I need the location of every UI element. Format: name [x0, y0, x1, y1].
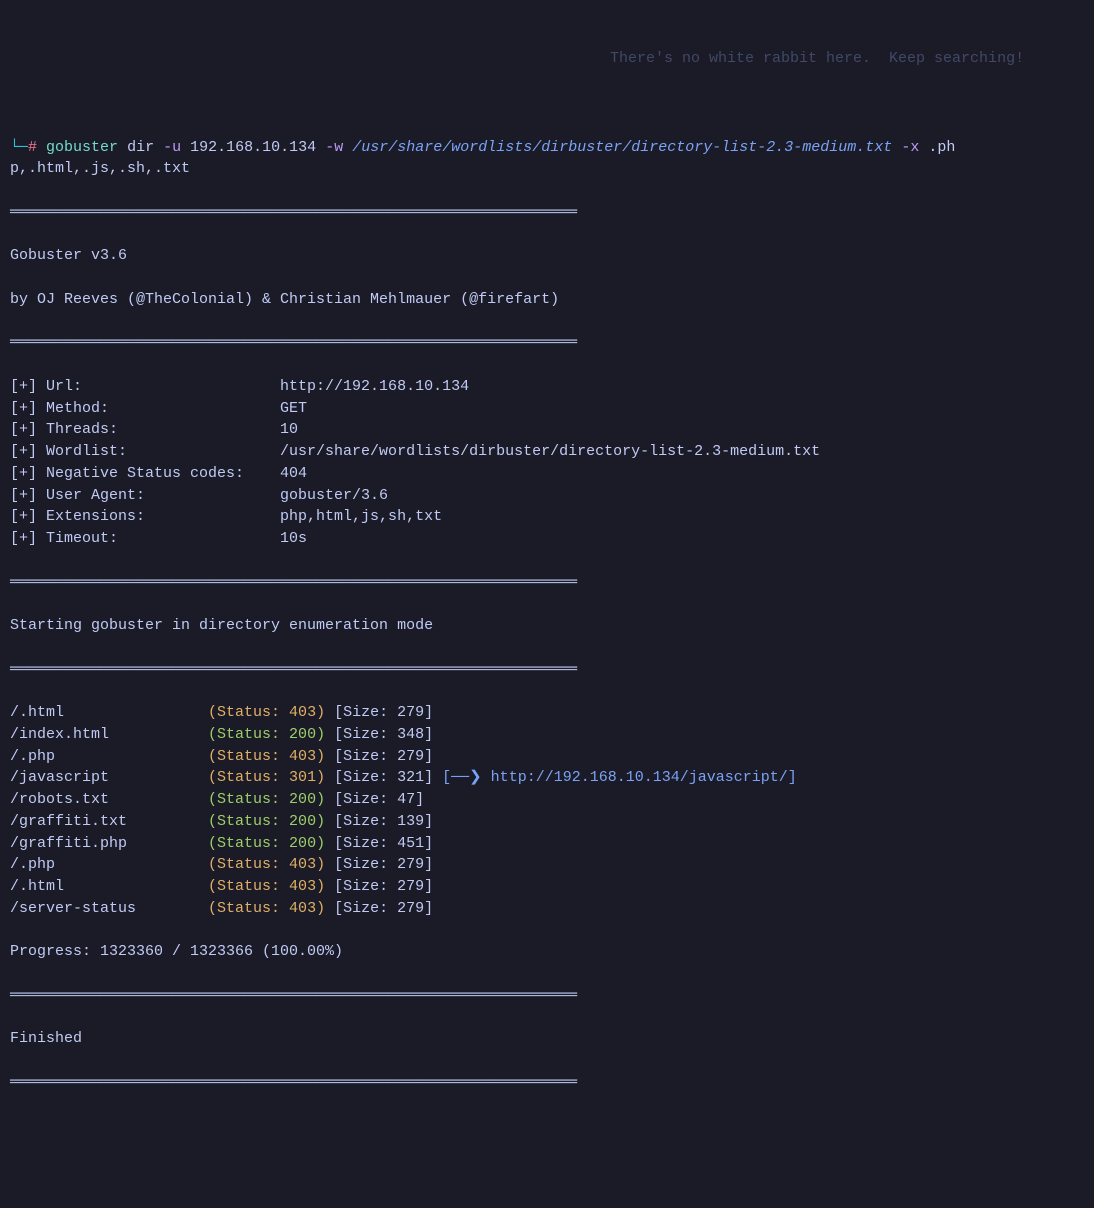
divider: ════════════════════════════════════════…	[10, 332, 1084, 354]
result-line: /.html (Status: 403) [Size: 279]	[10, 876, 1084, 898]
result-status: (Status: 403)	[208, 748, 325, 765]
results-block: /.html (Status: 403) [Size: 279]/index.h…	[10, 702, 1084, 920]
result-size: [Size: 279]	[325, 704, 433, 721]
result-line: /server-status (Status: 403) [Size: 279]	[10, 898, 1084, 920]
command-binary: gobuster	[46, 139, 118, 156]
result-path: /.html	[10, 878, 208, 895]
result-size: [Size: 47]	[325, 791, 424, 808]
result-status: (Status: 200)	[208, 726, 325, 743]
result-line: /graffiti.php (Status: 200) [Size: 451]	[10, 833, 1084, 855]
result-path: /robots.txt	[10, 791, 208, 808]
result-path: /javascript	[10, 769, 208, 786]
config-line: [+] Method: GET	[10, 398, 1084, 420]
version-line: Gobuster v3.6	[10, 245, 1084, 267]
result-line: /.php (Status: 403) [Size: 279]	[10, 746, 1084, 768]
result-status: (Status: 200)	[208, 813, 325, 830]
result-line: /.php (Status: 403) [Size: 279]	[10, 854, 1084, 876]
result-size: [Size: 279]	[325, 878, 433, 895]
config-block: [+] Url: http://192.168.10.134[+] Method…	[10, 376, 1084, 550]
flag-x: -x	[901, 139, 919, 156]
divider: ════════════════════════════════════════…	[10, 1072, 1084, 1094]
command-line-wrap: p,.html,.js,.sh,.txt	[10, 158, 1084, 180]
result-status: (Status: 403)	[208, 704, 325, 721]
result-path: /graffiti.txt	[10, 813, 208, 830]
result-line: /javascript (Status: 301) [Size: 321] [─…	[10, 767, 1084, 789]
result-path: /.php	[10, 748, 208, 765]
config-line: [+] Wordlist: /usr/share/wordlists/dirbu…	[10, 441, 1084, 463]
result-status: (Status: 403)	[208, 878, 325, 895]
finished-line: Finished	[10, 1028, 1084, 1050]
wordlist-path: /usr/share/wordlists/dirbuster/directory…	[352, 139, 892, 156]
divider: ════════════════════════════════════════…	[10, 659, 1084, 681]
command-subcommand: dir	[127, 139, 154, 156]
config-line: [+] Timeout: 10s	[10, 528, 1084, 550]
prompt-marker: └─	[10, 139, 28, 156]
result-size: [Size: 279]	[325, 856, 433, 873]
result-status: (Status: 200)	[208, 791, 325, 808]
result-path: /.html	[10, 704, 208, 721]
divider: ════════════════════════════════════════…	[10, 572, 1084, 594]
flag-w: -w	[325, 139, 343, 156]
command-line[interactable]: └─# gobuster dir -u 192.168.10.134 -w /u…	[10, 137, 1084, 159]
config-line: [+] User Agent: gobuster/3.6	[10, 485, 1084, 507]
result-path: /index.html	[10, 726, 208, 743]
config-line: [+] Extensions: php,html,js,sh,txt	[10, 506, 1084, 528]
result-line: /index.html (Status: 200) [Size: 348]	[10, 724, 1084, 746]
divider: ════════════════════════════════════════…	[10, 985, 1084, 1007]
divider: ════════════════════════════════════════…	[10, 202, 1084, 224]
result-path: /.php	[10, 856, 208, 873]
result-status: (Status: 200)	[208, 835, 325, 852]
config-line: [+] Threads: 10	[10, 419, 1084, 441]
result-line: /.html (Status: 403) [Size: 279]	[10, 702, 1084, 724]
result-size: [Size: 451]	[325, 835, 433, 852]
config-line: [+] Negative Status codes: 404	[10, 463, 1084, 485]
result-status: (Status: 301)	[208, 769, 325, 786]
result-size: [Size: 279]	[325, 900, 433, 917]
result-line: /robots.txt (Status: 200) [Size: 47]	[10, 789, 1084, 811]
prompt-hash: #	[28, 139, 37, 156]
result-status: (Status: 403)	[208, 856, 325, 873]
starting-line: Starting gobuster in directory enumerati…	[10, 615, 1084, 637]
result-redirect: [──❯ http://192.168.10.134/javascript/]	[433, 769, 797, 786]
flag-u: -u	[163, 139, 181, 156]
result-line: /graffiti.txt (Status: 200) [Size: 139]	[10, 811, 1084, 833]
config-line: [+] Url: http://192.168.10.134	[10, 376, 1084, 398]
result-path: /server-status	[10, 900, 208, 917]
result-status: (Status: 403)	[208, 900, 325, 917]
background-hint: There's no white rabbit here. Keep searc…	[610, 48, 1024, 70]
credits-line: by OJ Reeves (@TheColonial) & Christian …	[10, 289, 1084, 311]
result-path: /graffiti.php	[10, 835, 208, 852]
ext-part1: .ph	[928, 139, 955, 156]
result-size: [Size: 279]	[325, 748, 433, 765]
result-size: [Size: 348]	[325, 726, 433, 743]
result-size: [Size: 321]	[325, 769, 433, 786]
result-size: [Size: 139]	[325, 813, 433, 830]
progress-line: Progress: 1323360 / 1323366 (100.00%)	[10, 941, 1084, 963]
target-ip: 192.168.10.134	[190, 139, 316, 156]
